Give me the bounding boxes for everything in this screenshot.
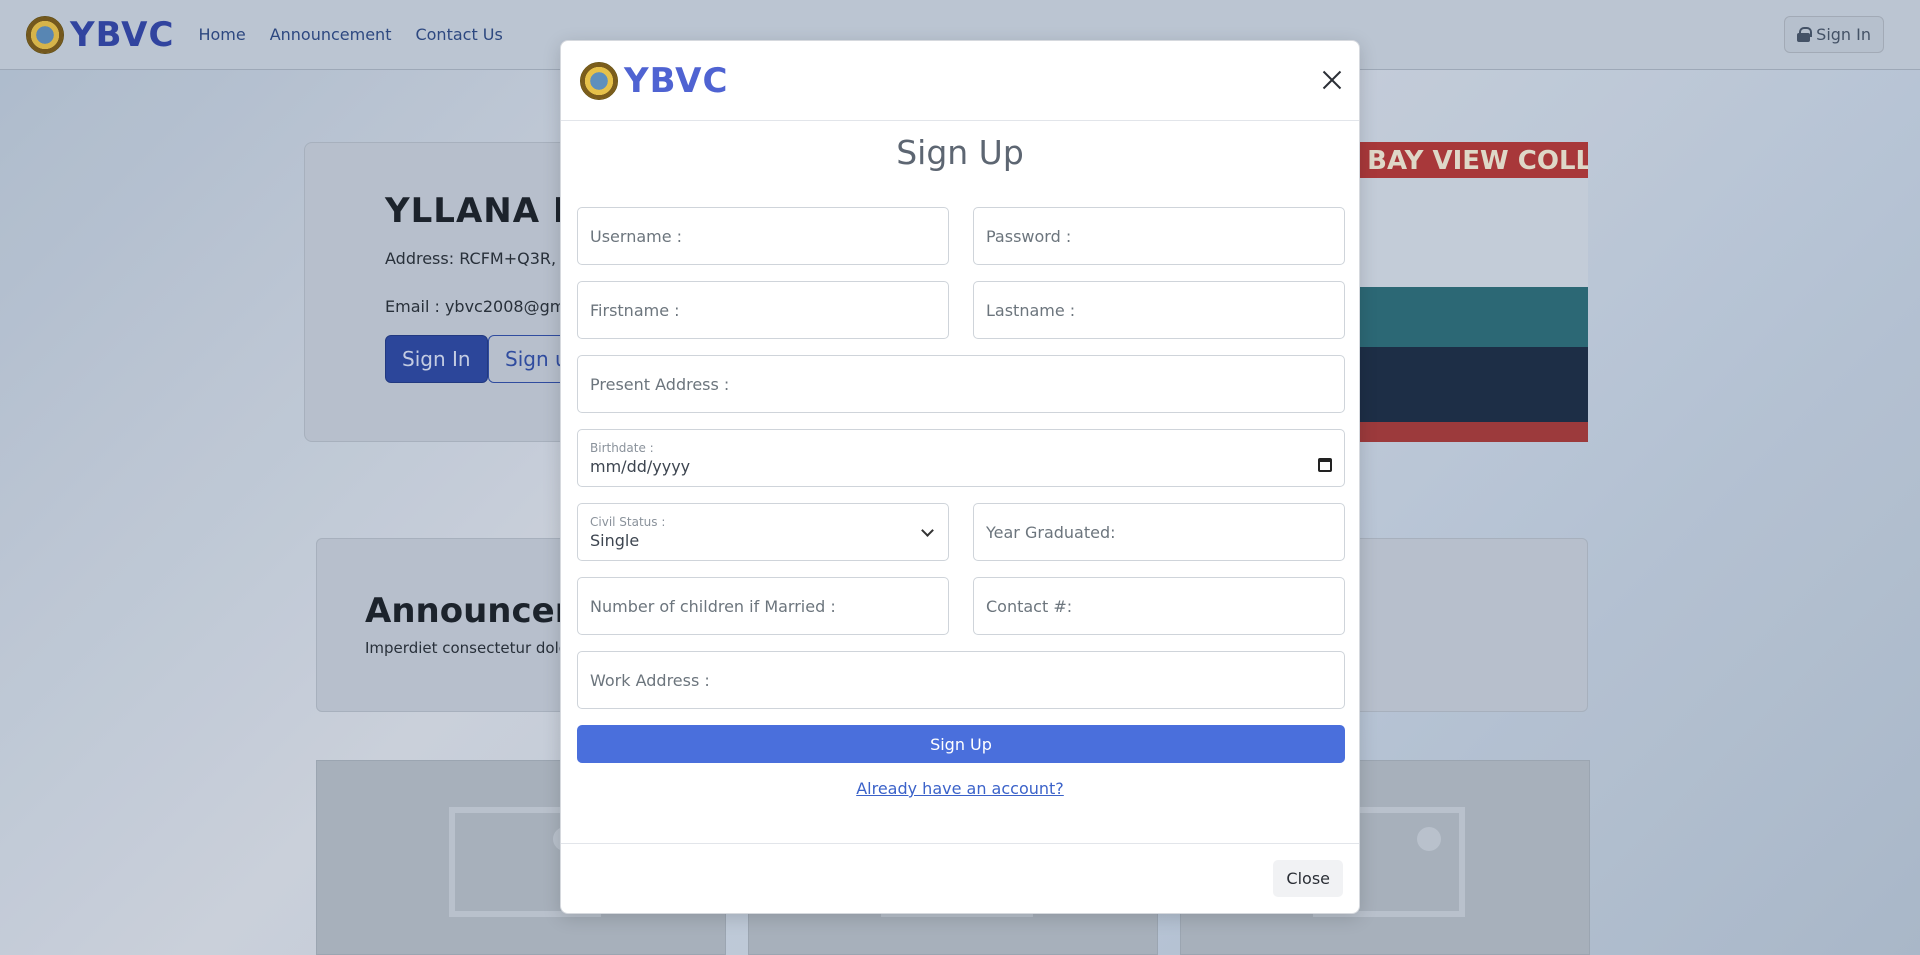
contact-placeholder: Contact #: [986,596,1073,616]
work-address-field[interactable]: Work Address : [577,651,1345,709]
civil-status-label: Civil Status : [590,514,666,529]
firstname-field[interactable]: Firstname : [577,281,949,339]
birthdate-label: Birthdate : [590,440,654,455]
username-placeholder: Username : [590,226,683,246]
year-graduated-placeholder: Year Graduated: [986,522,1116,542]
modal-footer: Close [561,843,1359,915]
lastname-field[interactable]: Lastname : [973,281,1345,339]
civil-status-value: Single [590,530,640,550]
password-field[interactable]: Password : [973,207,1345,265]
present-address-field[interactable]: Present Address : [577,355,1345,413]
signup-modal: YBVC Sign Up Username : Password : First… [560,40,1360,914]
work-address-placeholder: Work Address : [590,670,710,690]
present-address-placeholder: Present Address : [590,374,730,394]
close-button[interactable]: Close [1273,860,1343,897]
year-graduated-field[interactable]: Year Graduated: [973,503,1345,561]
password-placeholder: Password : [986,226,1072,246]
modal-header: YBVC [561,41,1359,121]
modal-brand: YBVC [580,61,728,101]
contact-field[interactable]: Contact #: [973,577,1345,635]
chevron-down-icon [921,524,934,537]
calendar-icon[interactable] [1318,458,1332,472]
already-have-account-link[interactable]: Already have an account? [561,779,1359,798]
civil-status-select[interactable]: Civil Status : Single [577,503,949,561]
lastname-placeholder: Lastname : [986,300,1076,320]
signup-submit-button[interactable]: Sign Up [577,725,1345,763]
modal-brand-text: YBVC [624,61,729,101]
firstname-placeholder: Firstname : [590,300,680,320]
children-count-placeholder: Number of children if Married : [590,596,836,616]
children-count-field[interactable]: Number of children if Married : [577,577,949,635]
college-seal-logo [580,62,618,100]
birthdate-field[interactable]: Birthdate : mm/dd/yyyy [577,429,1345,487]
modal-title: Sign Up [896,133,1024,172]
birthdate-value: mm/dd/yyyy [590,456,691,476]
username-field[interactable]: Username : [577,207,949,265]
close-icon[interactable] [1319,67,1345,93]
